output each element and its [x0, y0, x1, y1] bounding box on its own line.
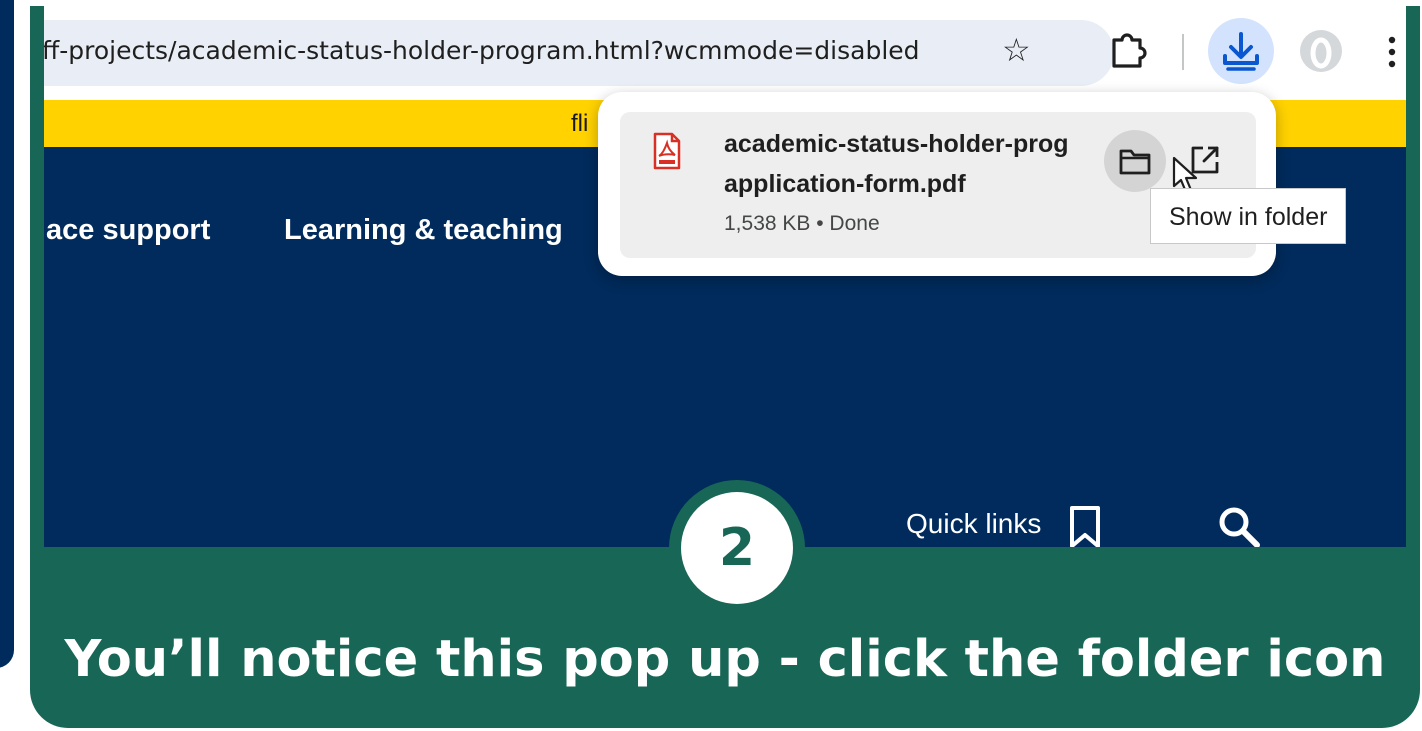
url-text[interactable]: ff-projects/academic-status-holder-progr… [44, 36, 920, 65]
banner-text: fli [571, 110, 589, 137]
browser-toolbar: ff-projects/academic-status-holder-progr… [44, 6, 1406, 100]
tutorial-slide: ff-projects/academic-status-holder-progr… [0, 0, 1422, 731]
nav-item-learning-teaching[interactable]: Learning & teaching [284, 214, 563, 247]
bookmark-icon[interactable] [1066, 504, 1104, 547]
browser-screenshot: ff-projects/academic-status-holder-progr… [44, 6, 1406, 547]
download-status: 1,538 KB • Done [724, 212, 880, 235]
step-caption: You’ll notice this pop up - click the fo… [64, 630, 1386, 689]
step-number-badge: 2 [681, 492, 793, 604]
menu-icon[interactable] [1382, 34, 1402, 74]
nav-item-workplace-support[interactable]: ace support [46, 214, 210, 247]
profile-icon[interactable] [1298, 28, 1344, 74]
pdf-file-icon [653, 132, 681, 170]
quick-links-label[interactable]: Quick links [906, 508, 1041, 540]
search-icon[interactable] [1216, 504, 1262, 547]
star-icon[interactable]: ☆ [1002, 32, 1031, 68]
folder-icon[interactable] [1119, 147, 1151, 175]
download-icon[interactable] [1220, 30, 1262, 72]
show-in-folder-tooltip: Show in folder [1150, 188, 1347, 244]
previous-panel-edge [0, 0, 14, 668]
toolbar-divider [1182, 34, 1184, 70]
download-filename-line2: application-form.pdf [724, 170, 966, 198]
download-filename-line1: academic-status-holder-prog [724, 130, 1069, 158]
extensions-icon[interactable] [1108, 30, 1148, 70]
